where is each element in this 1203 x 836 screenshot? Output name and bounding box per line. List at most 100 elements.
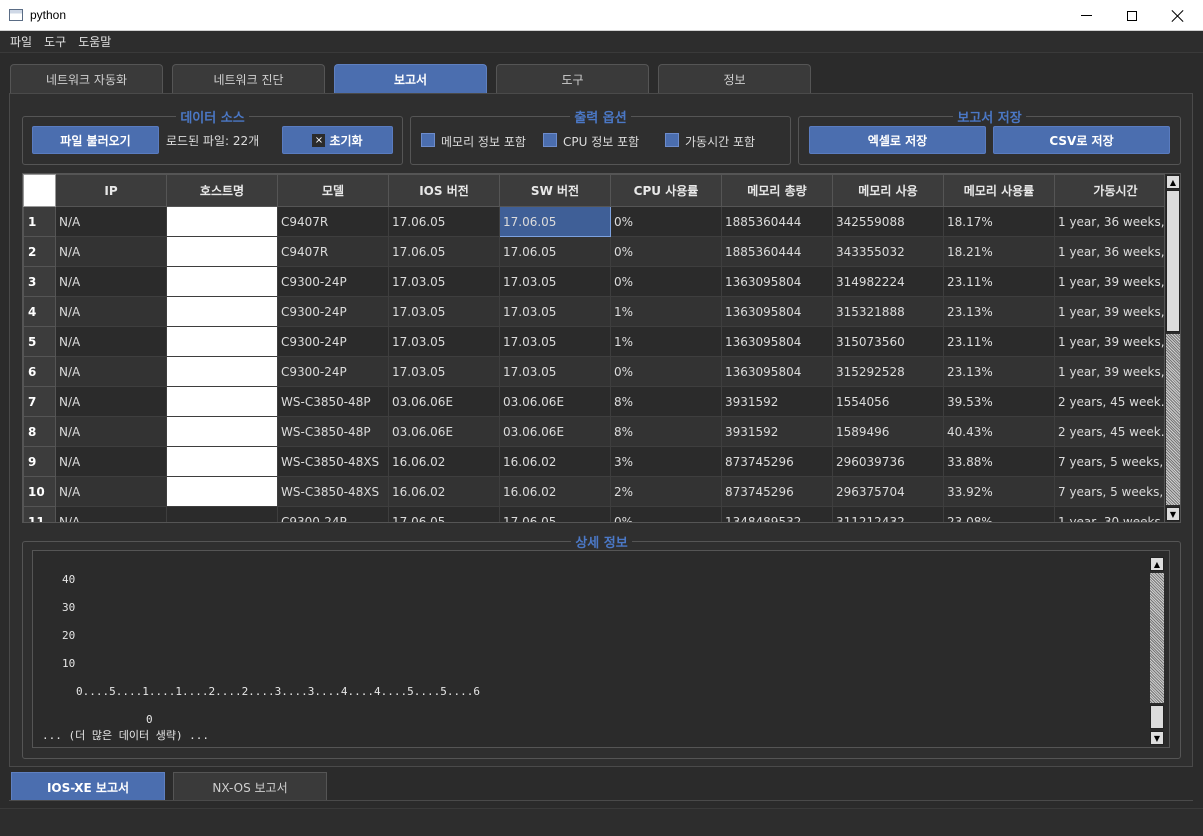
detail-scroll-up-icon[interactable]: ▲ <box>1150 557 1164 571</box>
table-row[interactable]: 2 N/A C9407R 17.06.05 17.06.05 0% 1885360444 34… <box>23 236 1177 267</box>
menu-help[interactable]: 도움말 <box>72 33 117 50</box>
cell-mem-pct[interactable]: 23.13% <box>943 296 1055 327</box>
cell-mem-total[interactable]: 1363095804 <box>721 266 833 297</box>
cell-ios[interactable]: 17.06.05 <box>388 506 500 522</box>
reset-button[interactable]: × 초기화 <box>282 126 393 154</box>
table-row[interactable]: 7 N/A WS-C3850-48P 03.06.06E 03.06.06E 8% 3931… <box>23 386 1177 417</box>
cell-ip[interactable]: N/A <box>55 416 167 447</box>
cell-mem-used[interactable]: 296375704 <box>832 476 944 507</box>
row-number[interactable]: 9 <box>23 446 56 477</box>
cell-sw[interactable]: 17.06.05 <box>499 236 611 267</box>
row-number[interactable]: 6 <box>23 356 56 387</box>
cell-cpu[interactable]: 1% <box>610 296 722 327</box>
cell-sw[interactable]: 16.06.02 <box>499 446 611 477</box>
cell-host[interactable] <box>166 416 278 447</box>
cell-ios[interactable]: 03.06.06E <box>388 386 500 417</box>
cell-mem-used[interactable]: 1554056 <box>832 386 944 417</box>
cell-mem-total[interactable]: 3931592 <box>721 416 833 447</box>
cell-mem-pct[interactable]: 23.11% <box>943 266 1055 297</box>
row-number[interactable]: 4 <box>23 296 56 327</box>
scroll-track[interactable] <box>1166 334 1180 505</box>
cell-ip[interactable]: N/A <box>55 356 167 387</box>
cell-host[interactable] <box>166 386 278 417</box>
cell-ios[interactable]: 17.03.05 <box>388 356 500 387</box>
cell-uptime[interactable]: 1 year, 39 weeks,... <box>1054 356 1177 387</box>
header-memory-usage[interactable]: 메모리 사용률 <box>943 174 1055 207</box>
detail-scroll-thumb[interactable] <box>1150 705 1164 729</box>
detail-text-area[interactable]: 40 30 20 10 0....5....1....1....2....2..… <box>32 550 1170 748</box>
cell-mem-pct[interactable]: 23.08% <box>943 506 1055 522</box>
cell-uptime[interactable]: 2 years, 45 week... <box>1054 386 1177 417</box>
cell-cpu[interactable]: 0% <box>610 236 722 267</box>
cell-uptime[interactable]: 2 years, 45 week... <box>1054 416 1177 447</box>
tab-network-diagnosis[interactable]: 네트워크 진단 <box>172 64 325 93</box>
scroll-thumb[interactable] <box>1166 190 1180 332</box>
cell-ios[interactable]: 17.06.05 <box>388 206 500 237</box>
load-file-button[interactable]: 파일 불러오기 <box>32 126 159 154</box>
cell-ios[interactable]: 16.06.02 <box>388 446 500 477</box>
cell-mem-pct[interactable]: 18.21% <box>943 236 1055 267</box>
cell-sw[interactable]: 17.03.05 <box>499 266 611 297</box>
cell-ip[interactable]: N/A <box>55 446 167 477</box>
cell-ip[interactable]: N/A <box>55 296 167 327</box>
cell-mem-pct[interactable]: 40.43% <box>943 416 1055 447</box>
cell-mem-pct[interactable]: 39.53% <box>943 386 1055 417</box>
cell-sw[interactable]: 17.03.05 <box>499 326 611 357</box>
table-row[interactable]: 8 N/A WS-C3850-48P 03.06.06E 03.06.06E 8% 3931… <box>23 416 1177 447</box>
table-row[interactable]: 1 N/A C9407R 17.06.05 17.06.05 0% 1885360444 34… <box>23 206 1177 237</box>
table-row[interactable]: 10 N/A WS-C3850-48XS 16.06.02 16.06.02 2% 8737… <box>23 476 1177 507</box>
cell-uptime[interactable]: 1 year, 39 weeks,... <box>1054 296 1177 327</box>
corner-select-all[interactable] <box>23 174 56 207</box>
cell-mem-pct[interactable]: 18.17% <box>943 206 1055 237</box>
cell-cpu[interactable]: 0% <box>610 266 722 297</box>
tab-ios-xe-report[interactable]: IOS-XE 보고서 <box>11 772 165 801</box>
cell-uptime[interactable]: 7 years, 5 weeks,... <box>1054 476 1177 507</box>
cell-host[interactable] <box>166 446 278 477</box>
header-ip[interactable]: IP <box>55 174 167 207</box>
cell-sw[interactable]: 03.06.06E <box>499 386 611 417</box>
cell-mem-total[interactable]: 1348489532 <box>721 506 833 522</box>
table-row[interactable]: 6 N/A C9300-24P 17.03.05 17.03.05 0% 136309580… <box>23 356 1177 387</box>
cell-uptime[interactable]: 1 year, 39 weeks,... <box>1054 326 1177 357</box>
cell-mem-total[interactable]: 1885360444 <box>721 206 833 237</box>
cell-uptime[interactable]: 1 year, 36 weeks,... <box>1054 236 1177 267</box>
table-row[interactable]: 9 N/A WS-C3850-48XS 16.06.02 16.06.02 3% 87374… <box>23 446 1177 477</box>
cell-ip[interactable]: N/A <box>55 266 167 297</box>
cell-mem-used[interactable]: 314982224 <box>832 266 944 297</box>
table-row[interactable]: 5 N/A C9300-24P 17.03.05 17.03.05 1% 136309580… <box>23 326 1177 357</box>
cell-ip[interactable]: N/A <box>55 236 167 267</box>
cell-model[interactable]: C9300-24P <box>277 266 389 297</box>
scroll-down-icon[interactable]: ▼ <box>1166 507 1180 521</box>
cpu-checkbox[interactable] <box>543 133 557 147</box>
cell-mem-pct[interactable]: 33.88% <box>943 446 1055 477</box>
cell-sw[interactable]: 17.06.05 <box>499 506 611 522</box>
cell-ip[interactable]: N/A <box>55 386 167 417</box>
cell-ios[interactable]: 17.03.05 <box>388 326 500 357</box>
cell-model[interactable]: WS-C3850-48XS <box>277 446 389 477</box>
header-sw-version[interactable]: SW 버전 <box>499 174 611 207</box>
row-number[interactable]: 10 <box>23 476 56 507</box>
cell-model[interactable]: C9407R <box>277 206 389 237</box>
cell-model[interactable]: C9300-24P <box>277 296 389 327</box>
cell-host[interactable] <box>166 476 278 507</box>
cell-cpu[interactable]: 1% <box>610 326 722 357</box>
cell-uptime[interactable]: 1 year, 39 weeks,... <box>1054 266 1177 297</box>
cell-cpu[interactable]: 2% <box>610 476 722 507</box>
tab-tools[interactable]: 도구 <box>496 64 649 93</box>
row-number[interactable]: 7 <box>23 386 56 417</box>
header-model[interactable]: 모델 <box>277 174 389 207</box>
cell-uptime[interactable]: 1 year, 30 weeks,... <box>1054 506 1177 522</box>
header-hostname[interactable]: 호스트명 <box>166 174 278 207</box>
cell-host[interactable] <box>166 266 278 297</box>
cell-mem-used[interactable]: 315321888 <box>832 296 944 327</box>
cell-mem-used[interactable]: 296039736 <box>832 446 944 477</box>
cell-mem-used[interactable]: 311212432 <box>832 506 944 522</box>
cell-cpu[interactable]: 3% <box>610 446 722 477</box>
cell-ip[interactable]: N/A <box>55 506 167 522</box>
maximize-button[interactable] <box>1109 0 1155 31</box>
cell-mem-total[interactable]: 3931592 <box>721 386 833 417</box>
table-row[interactable]: 11 N/A C9300-24P 17.06.05 17.06.05 0% 13484895… <box>23 506 1177 522</box>
cell-ios[interactable]: 17.06.05 <box>388 236 500 267</box>
cell-cpu[interactable]: 0% <box>610 356 722 387</box>
row-number[interactable]: 5 <box>23 326 56 357</box>
